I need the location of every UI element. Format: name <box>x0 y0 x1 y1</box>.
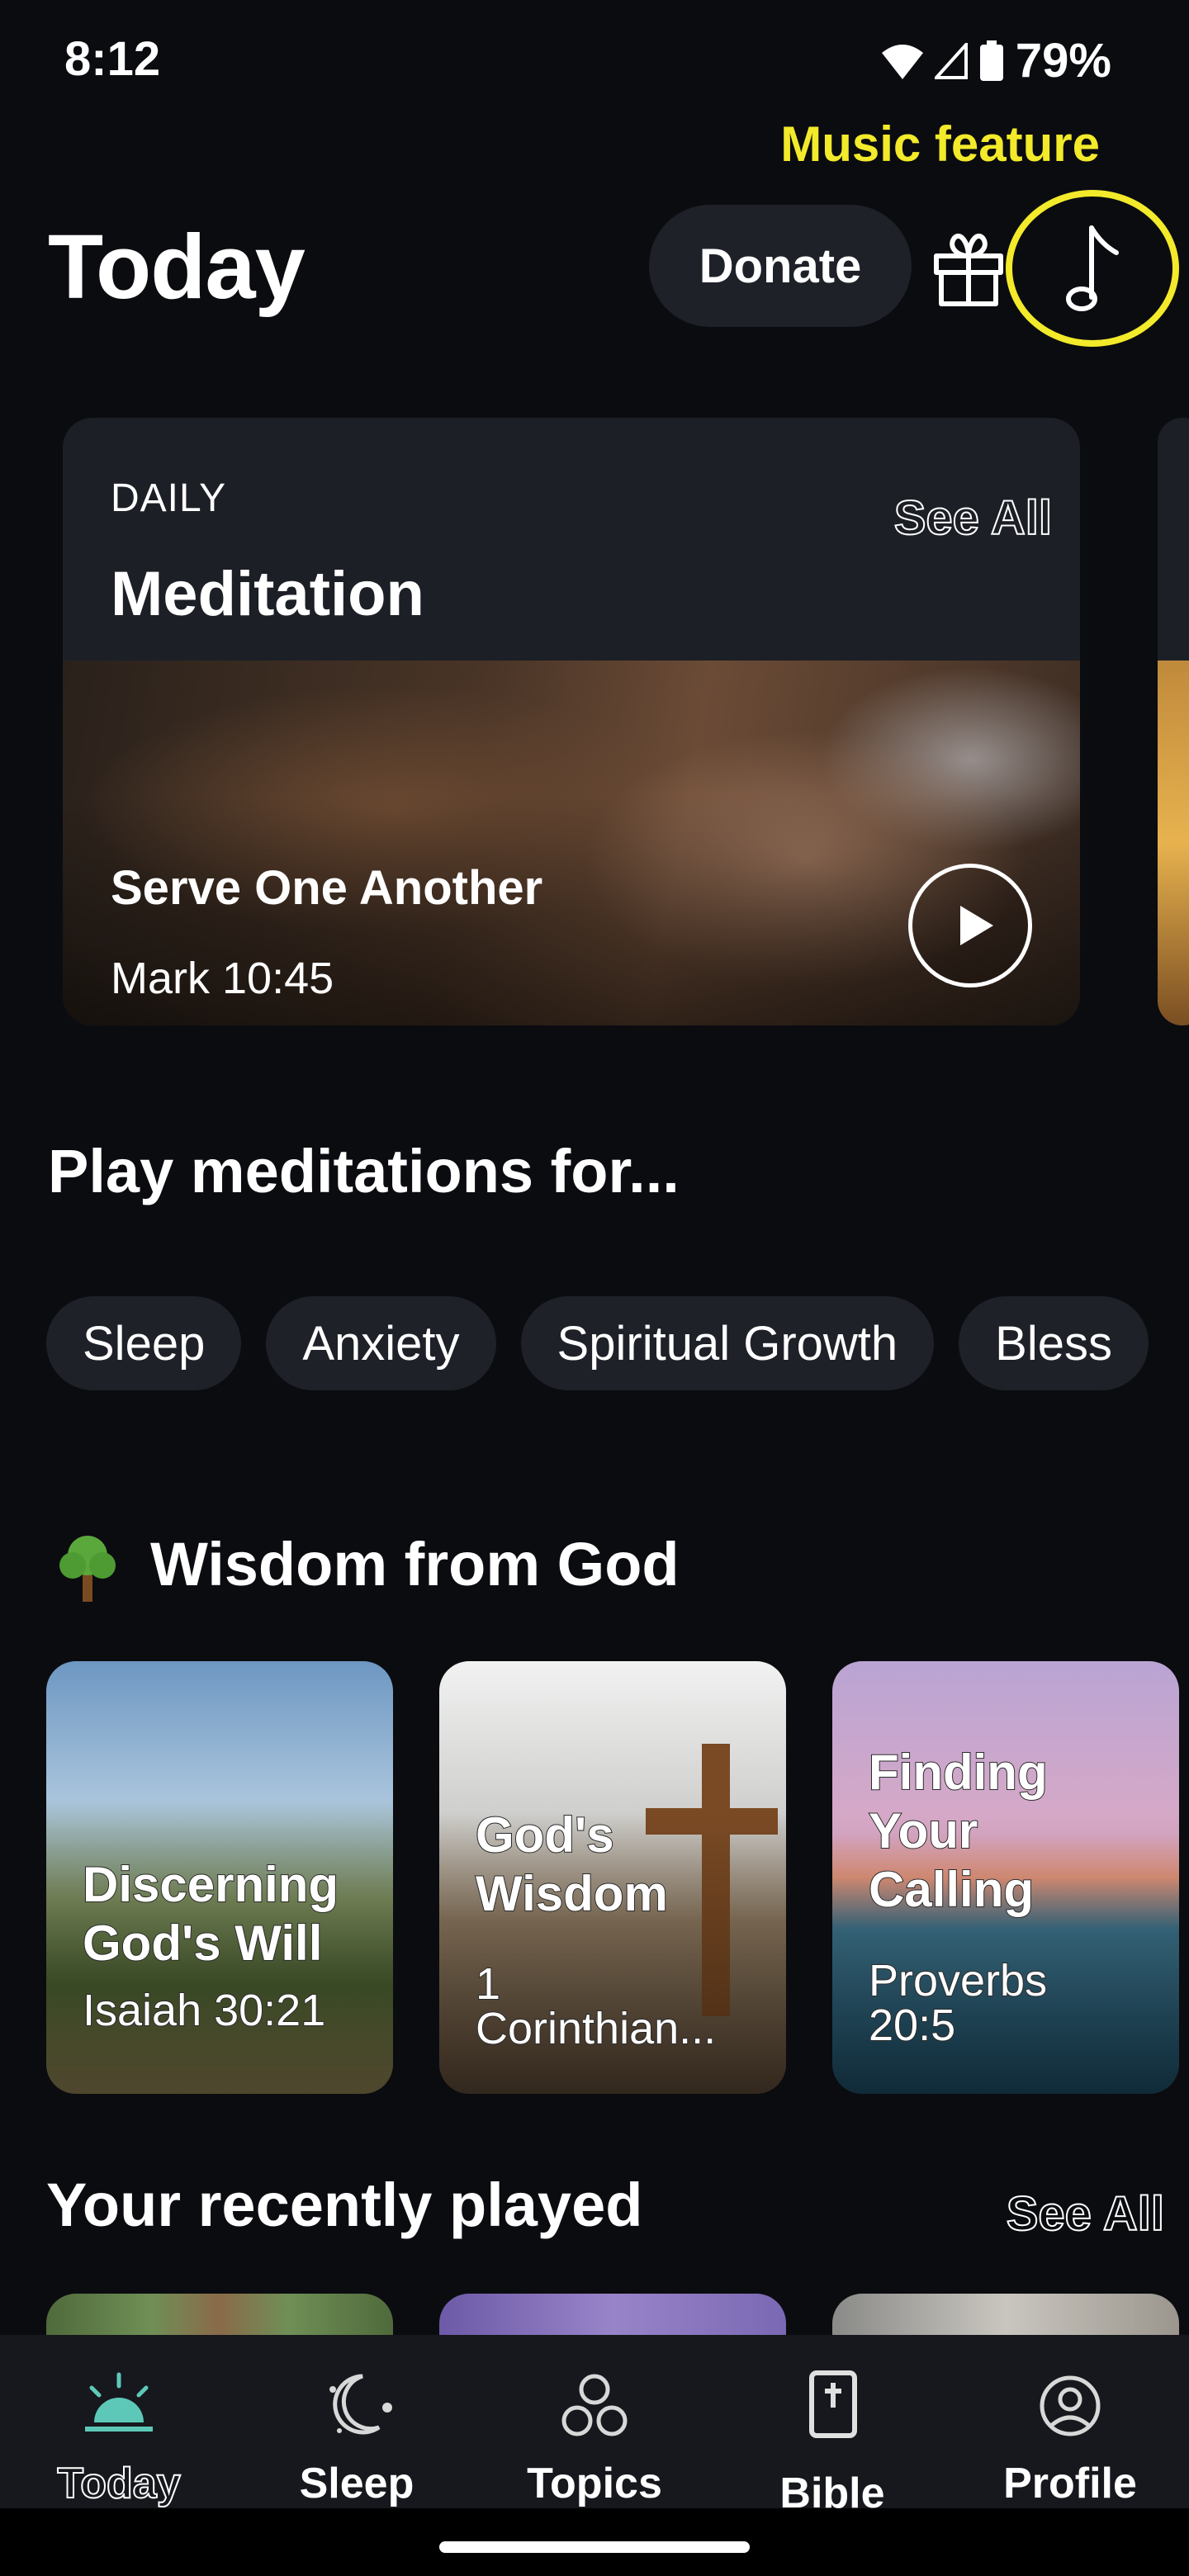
wisdom-card-finding-calling[interactable]: Finding Your Calling Proverbs 20:5 <box>832 1661 1179 2094</box>
gift-button[interactable] <box>931 228 1006 307</box>
wisdom-card-title: God's Wisdom <box>475 1807 669 1922</box>
nav-bible[interactable]: Bible <box>713 2335 951 2517</box>
chip-sleep[interactable]: Sleep <box>46 1296 242 1390</box>
chip-blessing[interactable]: Bless <box>959 1296 1149 1390</box>
cell-signal-icon <box>934 42 968 79</box>
wifi-icon <box>881 44 923 79</box>
bottom-navigation: Today Sleep Topics Bible Profile <box>0 2335 1189 2517</box>
daily-heading: Meditation <box>111 559 424 629</box>
play-icon <box>960 906 993 945</box>
home-indicator[interactable] <box>439 2541 750 2553</box>
status-icons: 79% <box>881 33 1111 88</box>
page-title: Today <box>48 216 306 318</box>
chip-anxiety[interactable]: Anxiety <box>266 1296 496 1390</box>
wisdom-card-reference: 1 Corinthian... <box>475 1959 717 2053</box>
daily-meditation-card[interactable]: DAILY Meditation See All Serve One Anoth… <box>63 418 1080 1025</box>
topics-circles-icon <box>561 2374 628 2436</box>
nav-label-topics: Topics <box>527 2460 662 2507</box>
nav-topics[interactable]: Topics <box>476 2335 713 2508</box>
gift-icon <box>934 234 1003 306</box>
category-chips: Sleep Anxiety Spiritual Growth Bless <box>46 1296 1149 1390</box>
battery-icon <box>979 40 1003 81</box>
tree-icon <box>59 1536 116 1602</box>
play-meditations-title: Play meditations for... <box>48 1137 680 1205</box>
annotation-label: Music feature <box>780 116 1100 172</box>
moon-stars-icon <box>329 2374 392 2435</box>
nav-label-profile: Profile <box>1003 2460 1137 2507</box>
bible-icon <box>809 2370 857 2438</box>
play-button[interactable] <box>908 864 1032 987</box>
wisdom-card-discerning[interactable]: Discerning God's Will Isaiah 30:21 <box>46 1661 393 2094</box>
recently-played-title: Your recently played <box>46 2171 643 2239</box>
nav-sleep[interactable]: Sleep <box>238 2335 476 2508</box>
nav-label-sleep: Sleep <box>299 2460 414 2507</box>
daily-meditation-reference: Mark 10:45 <box>111 954 334 1003</box>
daily-label: DAILY <box>111 476 227 520</box>
donate-button[interactable]: Donate <box>649 205 912 327</box>
next-card-peek[interactable] <box>1158 418 1189 1025</box>
nav-profile[interactable]: Profile <box>951 2335 1189 2508</box>
profile-icon <box>1040 2375 1101 2436</box>
music-note-icon <box>1066 225 1119 311</box>
wisdom-card-reference: Proverbs 20:5 <box>868 1956 1048 2050</box>
see-all-daily-link[interactable]: See All <box>893 490 1053 546</box>
wisdom-section-title: Wisdom from God <box>150 1530 680 1598</box>
status-time: 8:12 <box>64 32 161 86</box>
wisdom-card-title: Finding Your Calling <box>868 1744 1049 1918</box>
chip-spiritual-growth[interactable]: Spiritual Growth <box>520 1296 935 1390</box>
wisdom-card-reference: Isaiah 30:21 <box>82 1985 326 2036</box>
see-all-recent-link[interactable]: See All <box>1006 2186 1165 2242</box>
status-bar: 8:12 79% <box>0 0 1189 116</box>
wisdom-card-gods-wisdom[interactable]: God's Wisdom 1 Corinthian... <box>439 1661 786 2094</box>
nav-label-today: Today <box>56 2459 181 2508</box>
battery-percentage: 79% <box>1015 34 1111 88</box>
wisdom-card-title: Discerning God's Will <box>82 1856 339 1972</box>
daily-meditation-title: Serve One Another <box>111 861 543 915</box>
music-button[interactable] <box>1006 190 1179 347</box>
nav-today[interactable]: Today <box>0 2335 238 2508</box>
sunrise-icon <box>85 2372 153 2432</box>
